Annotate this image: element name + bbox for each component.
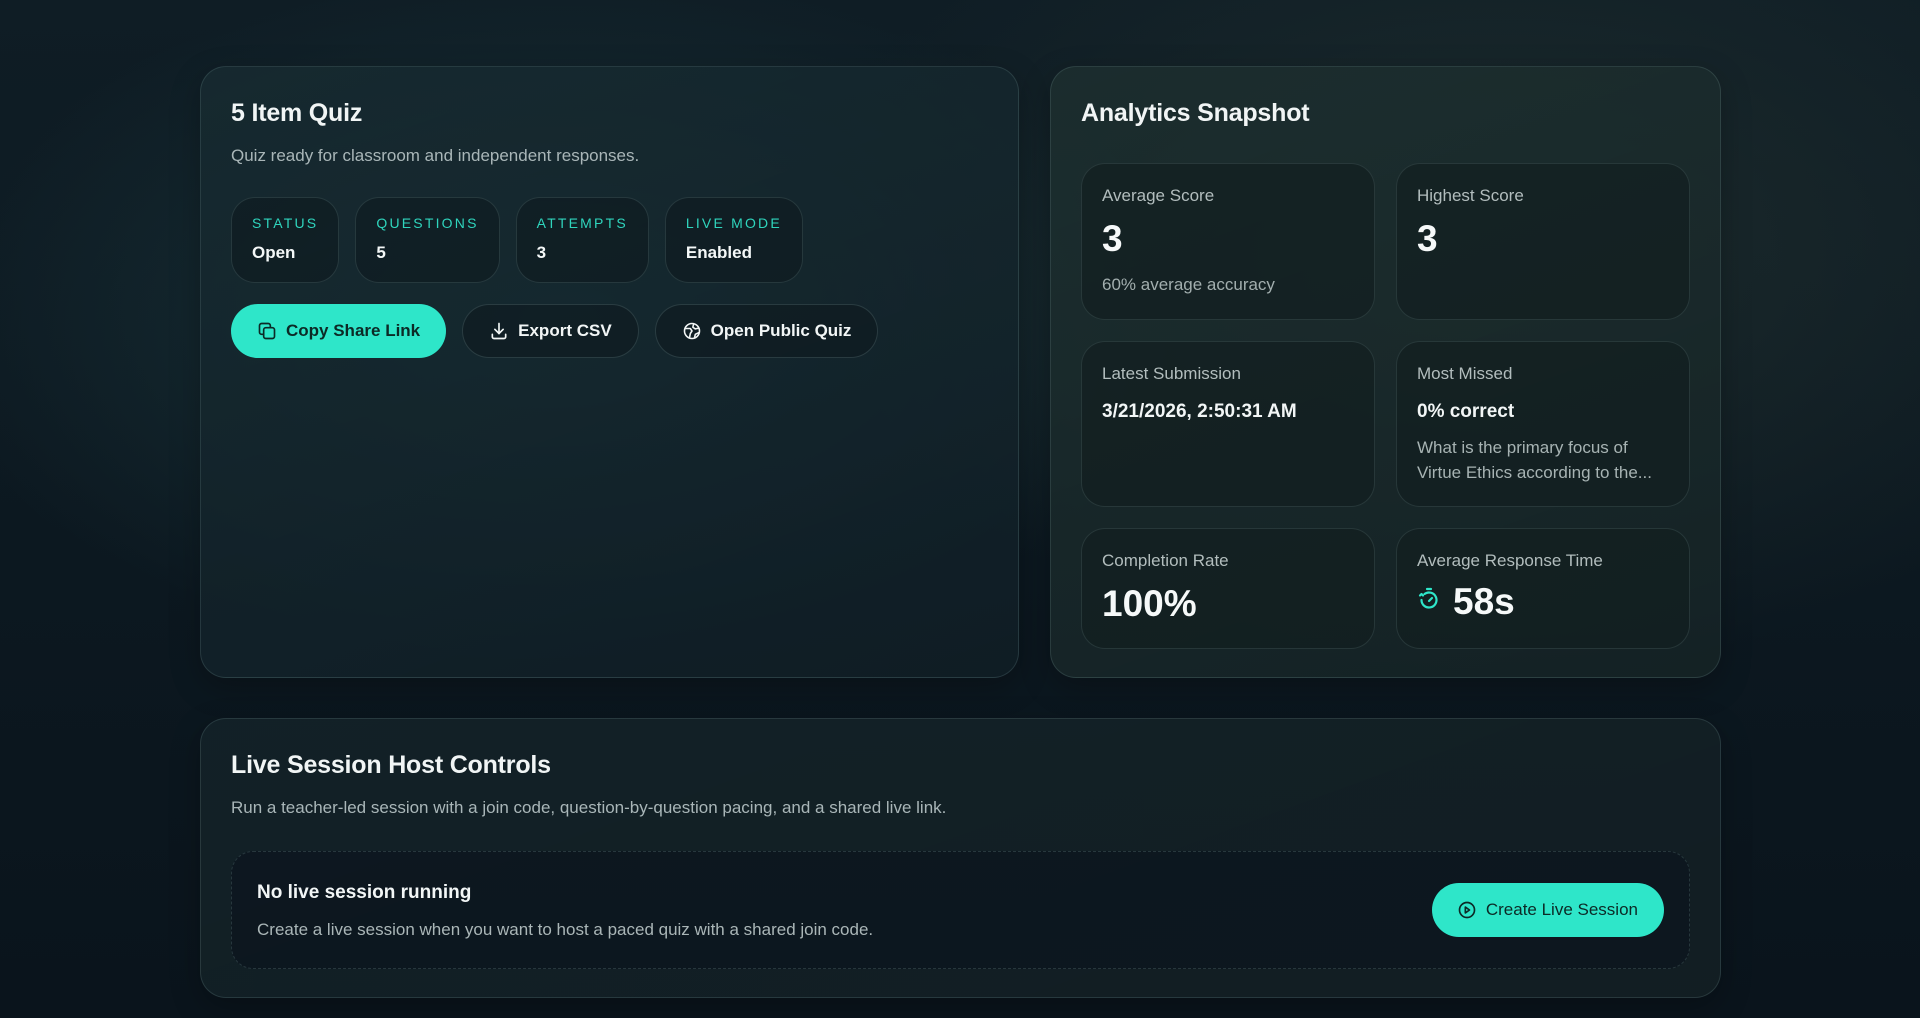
create-live-session-label: Create Live Session <box>1485 900 1638 919</box>
stat-live-mode-label: LIVE MODE <box>685 215 782 231</box>
average-score-value: 3 <box>1102 218 1123 259</box>
live-session-empty-state: No live session running Create a live se… <box>231 851 1690 969</box>
most-missed-label: Most Missed <box>1417 364 1513 383</box>
quiz-title: 5 Item Quiz <box>231 99 363 127</box>
analytics-snapshot-card: Analytics Snapshot Average Score 3 60% a… <box>1050 66 1721 678</box>
live-session-subtitle: Run a teacher-led session with a join co… <box>231 798 947 817</box>
metric-average-response-time: Average Response Time 58s <box>1396 528 1690 649</box>
stat-status: STATUS Open <box>231 197 340 283</box>
download-icon <box>489 321 509 341</box>
timer-icon <box>1417 587 1441 616</box>
highest-score-value: 3 <box>1417 218 1438 259</box>
stat-questions-value: 5 <box>376 243 386 262</box>
play-circle-icon <box>1457 900 1477 920</box>
empty-state-description: Create a live session when you want to h… <box>257 920 874 939</box>
average-response-time-value: 58s <box>1453 581 1515 622</box>
copy-share-link-button[interactable]: Copy Share Link <box>231 304 447 358</box>
stat-questions-label: QUESTIONS <box>376 215 479 231</box>
average-response-time-row: 58s <box>1417 583 1669 620</box>
live-session-title: Live Session Host Controls <box>231 751 551 779</box>
export-csv-label: Export CSV <box>518 321 612 340</box>
globe-icon <box>682 321 702 341</box>
metric-completion-rate: Completion Rate 100% <box>1081 528 1375 649</box>
copy-share-link-label: Copy Share Link <box>286 321 421 340</box>
open-public-quiz-button[interactable]: Open Public Quiz <box>654 304 879 358</box>
metric-average-score: Average Score 3 60% average accuracy <box>1081 163 1375 320</box>
quiz-stats: STATUS Open QUESTIONS 5 ATTEMPTS 3 LIVE … <box>231 197 803 283</box>
quiz-overview-card: 5 Item Quiz Quiz ready for classroom and… <box>200 66 1019 678</box>
analytics-metrics: Average Score 3 60% average accuracy Hig… <box>1081 163 1691 649</box>
completion-rate-value: 100% <box>1102 583 1197 624</box>
open-public-quiz-label: Open Public Quiz <box>710 321 852 340</box>
stat-attempts-label: ATTEMPTS <box>536 215 628 231</box>
analytics-title: Analytics Snapshot <box>1081 99 1310 127</box>
stat-status-label: STATUS <box>252 215 319 231</box>
quiz-actions: Copy Share Link Export CSV Open Public Q… <box>231 304 879 358</box>
export-csv-button[interactable]: Export CSV <box>462 304 639 358</box>
create-live-session-button[interactable]: Create Live Session <box>1431 883 1664 937</box>
completion-rate-label: Completion Rate <box>1102 551 1229 570</box>
quiz-subtitle: Quiz ready for classroom and independent… <box>231 146 640 165</box>
most-missed-question: What is the primary focus of Virtue Ethi… <box>1417 438 1652 482</box>
average-response-time-label: Average Response Time <box>1417 551 1603 570</box>
empty-state-title: No live session running <box>257 882 472 903</box>
stat-live-mode-value: Enabled <box>685 243 752 262</box>
latest-submission-label: Latest Submission <box>1102 364 1241 383</box>
stat-attempts-value: 3 <box>536 243 547 262</box>
metric-most-missed: Most Missed 0% correct What is the prima… <box>1396 341 1690 507</box>
stat-attempts: ATTEMPTS 3 <box>515 197 649 283</box>
stat-questions: QUESTIONS 5 <box>355 197 500 283</box>
most-missed-value: 0% correct <box>1417 401 1515 422</box>
stat-live-mode: LIVE MODE Enabled <box>664 197 803 283</box>
metric-highest-score: Highest Score 3 <box>1396 163 1690 320</box>
highest-score-label: Highest Score <box>1417 186 1524 205</box>
average-score-label: Average Score <box>1102 186 1215 205</box>
stat-status-value: Open <box>252 243 296 262</box>
live-session-card: Live Session Host Controls Run a teacher… <box>200 718 1721 998</box>
latest-submission-value: 3/21/2026, 2:50:31 AM <box>1102 401 1297 422</box>
copy-icon <box>257 321 277 341</box>
average-accuracy-note: 60% average accuracy <box>1102 275 1275 294</box>
metric-latest-submission: Latest Submission 3/21/2026, 2:50:31 AM <box>1081 341 1375 507</box>
